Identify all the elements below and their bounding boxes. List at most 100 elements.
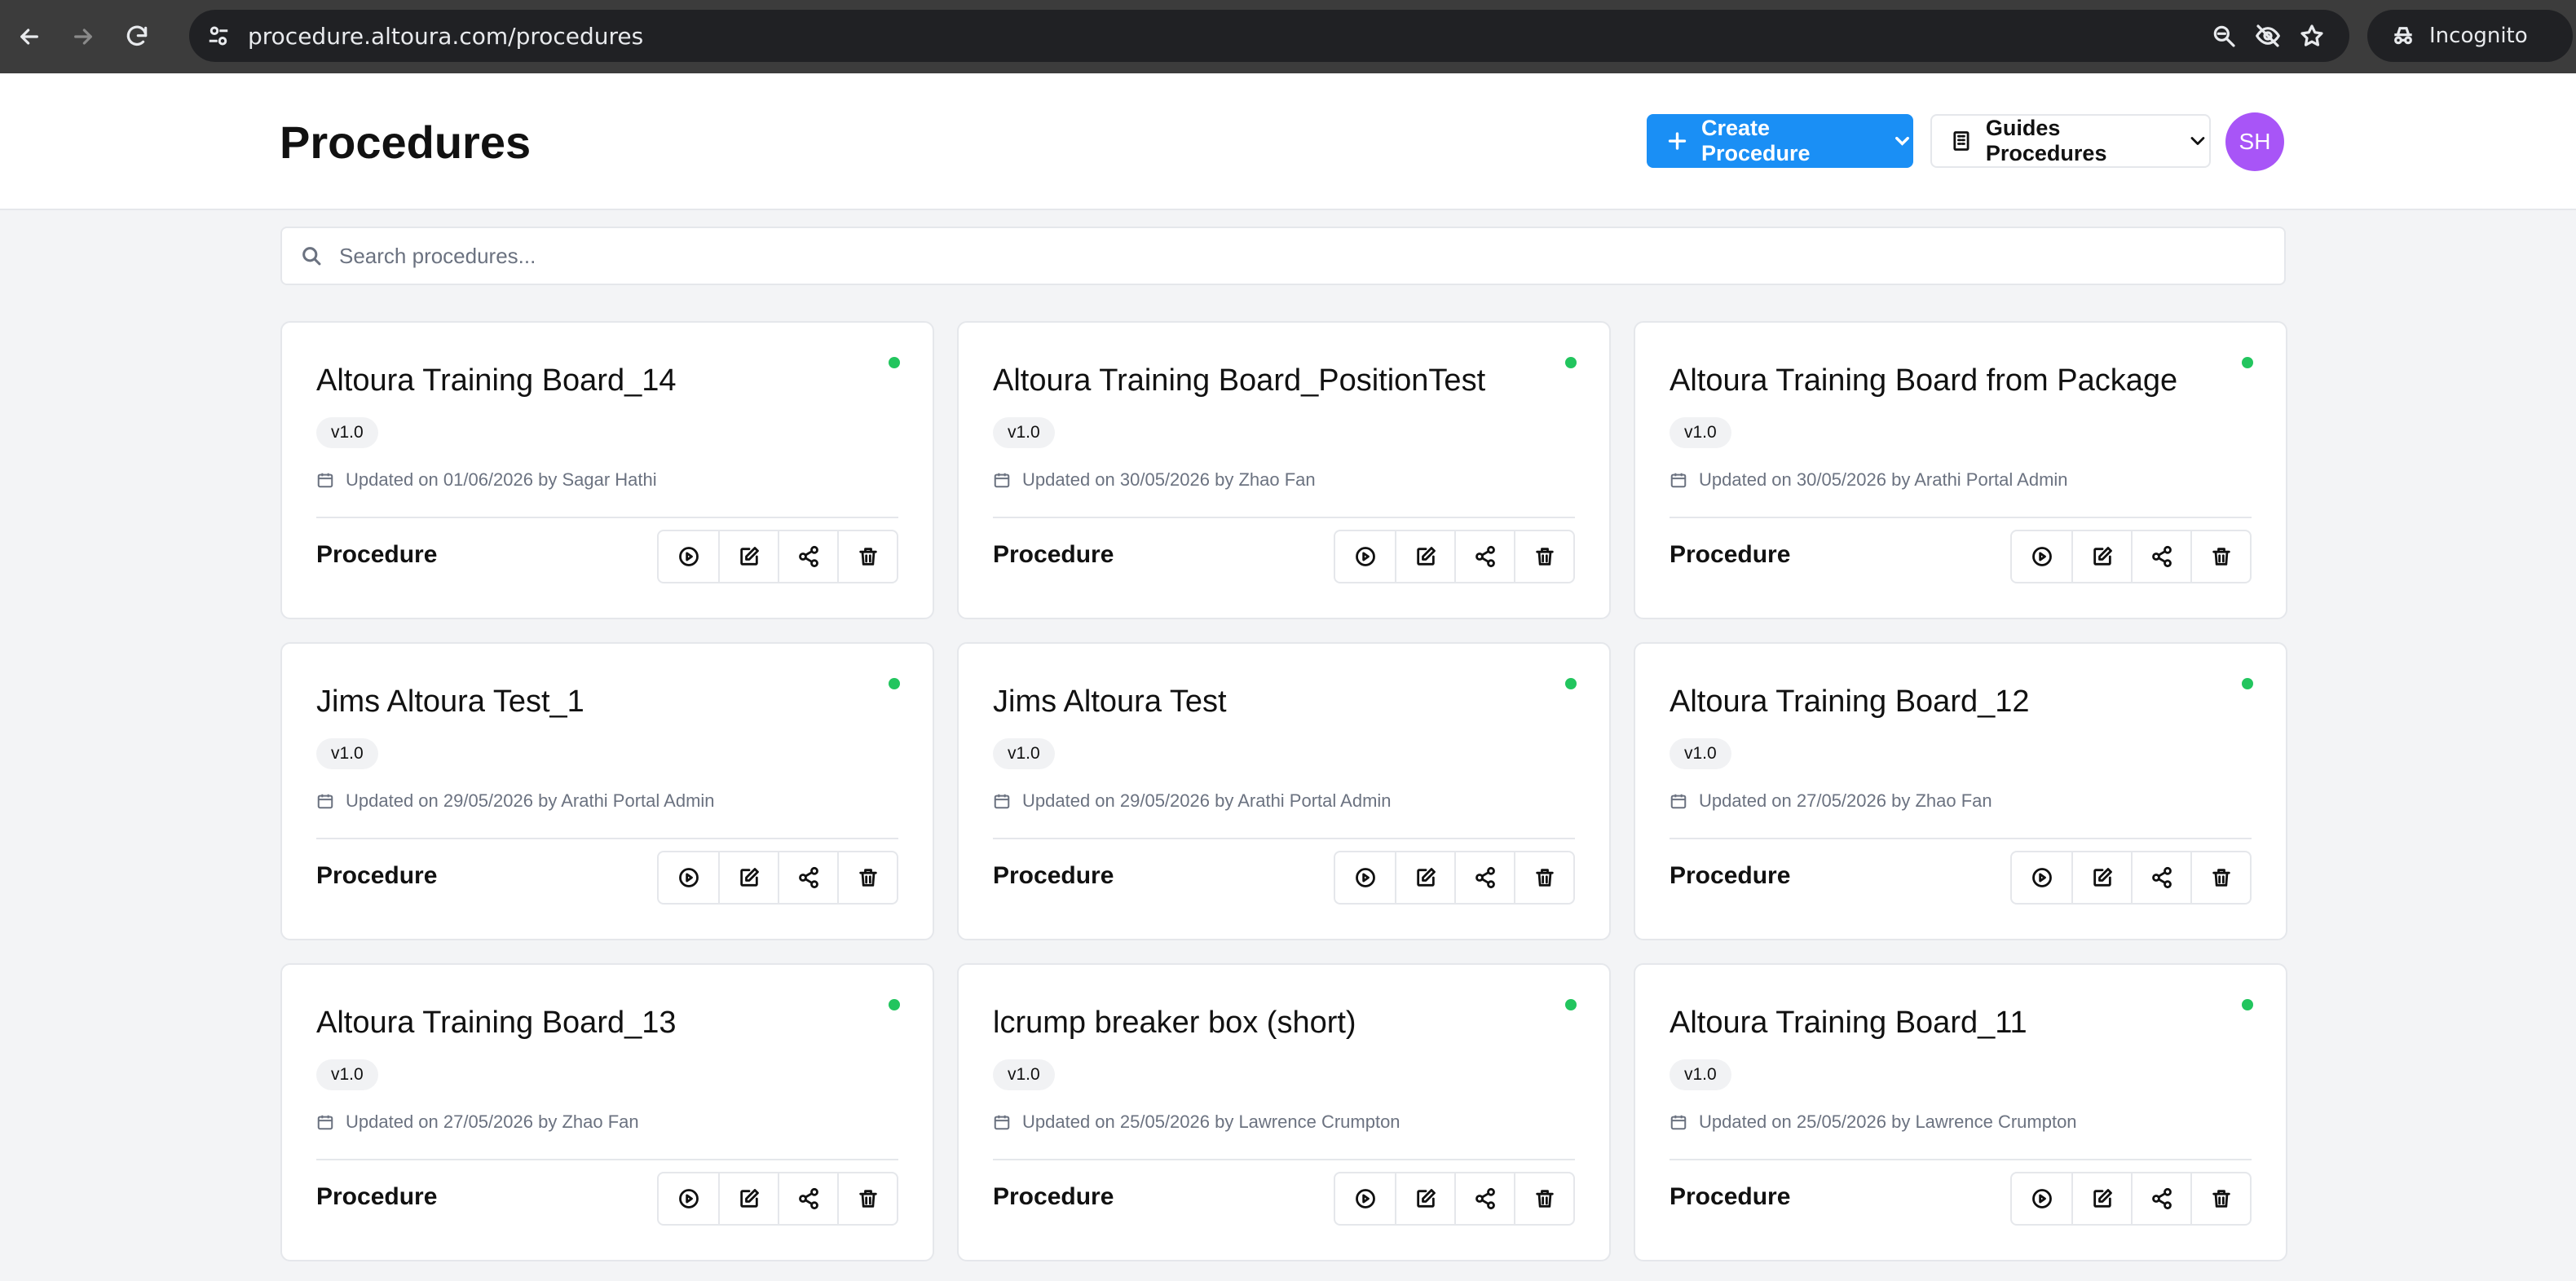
edit-button[interactable] [2071, 531, 2131, 582]
zoom-icon[interactable] [2211, 23, 2237, 49]
card-actions [2010, 1172, 2252, 1226]
play-icon [2031, 1189, 2052, 1208]
play-icon [2031, 547, 2052, 566]
divider [316, 838, 898, 839]
delete-button[interactable] [837, 1173, 897, 1224]
edit-button[interactable] [2071, 1173, 2131, 1224]
procedure-card[interactable]: Altoura Training Board_12 v1.0 Updated o… [1634, 642, 2287, 940]
procedure-title[interactable]: Altoura Training Board_11 [1670, 1006, 2027, 1041]
procedure-title[interactable]: Altoura Training Board from Package [1670, 363, 2177, 398]
updated-text: Updated on 25/05/2026 by Lawrence Crumpt… [1022, 1112, 1400, 1132]
create-procedure-label: Create Procedure [1701, 116, 1811, 165]
status-indicator [1565, 678, 1577, 689]
calendar-icon [317, 1115, 333, 1130]
address-bar[interactable]: procedure.altoura.com/procedures [189, 10, 2349, 62]
trash-icon [2212, 1190, 2230, 1208]
play-button[interactable] [2012, 531, 2071, 582]
play-icon [1355, 547, 1375, 566]
guides-procedures-dropdown[interactable]: Guides Procedures [1930, 114, 2211, 168]
edit-icon [2093, 547, 2112, 566]
edit-button[interactable] [1395, 1173, 1454, 1224]
incognito-indicator[interactable]: Incognito [2367, 10, 2573, 62]
calendar-icon [1670, 473, 1687, 488]
edit-button[interactable] [718, 1173, 778, 1224]
edit-icon [1416, 1189, 1436, 1208]
delete-button[interactable] [1514, 852, 1573, 903]
delete-button[interactable] [1514, 1173, 1573, 1224]
delete-button[interactable] [837, 852, 897, 903]
forward-button[interactable] [59, 12, 108, 61]
share-button[interactable] [778, 531, 837, 582]
delete-button[interactable] [2190, 1173, 2250, 1224]
procedure-title[interactable]: lcrump breaker box (short) [993, 1006, 1356, 1041]
procedure-card[interactable]: Altoura Training Board_11 v1.0 Updated o… [1634, 963, 2287, 1261]
procedure-type-label: Procedure [1670, 541, 1791, 568]
play-button[interactable] [1335, 531, 1395, 582]
arrow-left-icon [20, 29, 38, 45]
create-procedure-button[interactable]: Create Procedure [1647, 114, 1913, 168]
procedure-card[interactable]: Jims Altoura Test v1.0 Updated on 29/05/… [957, 642, 1611, 940]
card-actions [1334, 851, 1575, 905]
procedure-title[interactable]: Altoura Training Board_14 [316, 363, 677, 398]
share-button[interactable] [778, 852, 837, 903]
updated-info: Updated on 27/05/2026 by Zhao Fan [1670, 790, 1992, 812]
delete-button[interactable] [837, 531, 897, 582]
procedure-card[interactable]: Jims Altoura Test_1 v1.0 Updated on 29/0… [280, 642, 934, 940]
edit-button[interactable] [1395, 852, 1454, 903]
share-button[interactable] [1454, 531, 1514, 582]
share-button[interactable] [1454, 852, 1514, 903]
procedure-card[interactable]: lcrump breaker box (short) v1.0 Updated … [957, 963, 1611, 1261]
edit-button[interactable] [718, 852, 778, 903]
play-button[interactable] [659, 1173, 718, 1224]
divider [1670, 838, 2252, 839]
card-actions [2010, 530, 2252, 583]
procedure-card[interactable]: Altoura Training Board_14 v1.0 Updated o… [280, 321, 934, 619]
delete-button[interactable] [2190, 531, 2250, 582]
play-button[interactable] [659, 531, 718, 582]
play-button[interactable] [1335, 1173, 1395, 1224]
procedure-title[interactable]: Altoura Training Board_12 [1670, 685, 2030, 720]
calendar-icon [1670, 794, 1687, 809]
divider [993, 1159, 1575, 1160]
updated-info: Updated on 01/06/2026 by Sagar Hathi [316, 469, 657, 491]
share-button[interactable] [2131, 852, 2190, 903]
star-icon[interactable] [2299, 23, 2325, 49]
delete-button[interactable] [1514, 531, 1573, 582]
delete-button[interactable] [2190, 852, 2250, 903]
incognito-label: Incognito [2429, 24, 2528, 48]
play-button[interactable] [659, 852, 718, 903]
play-button[interactable] [1335, 852, 1395, 903]
procedure-title[interactable]: Jims Altoura Test_1 [316, 685, 584, 720]
eye-off-icon[interactable] [2255, 23, 2281, 49]
share-icon [1475, 866, 1495, 889]
procedure-title[interactable]: Altoura Training Board_13 [316, 1006, 677, 1041]
search-bar[interactable] [280, 227, 2286, 285]
procedure-card[interactable]: Altoura Training Board from Package v1.0… [1634, 321, 2287, 619]
edit-button[interactable] [718, 531, 778, 582]
url-text[interactable]: procedure.altoura.com/procedures [248, 23, 643, 50]
procedure-card[interactable]: Altoura Training Board_PositionTest v1.0… [957, 321, 1611, 619]
edit-button[interactable] [2071, 852, 2131, 903]
procedures-grid: Altoura Training Board_14 v1.0 Updated o… [280, 321, 2287, 1261]
back-button[interactable] [5, 12, 54, 61]
share-button[interactable] [2131, 1173, 2190, 1224]
search-input[interactable] [339, 243, 2214, 269]
procedure-type-label: Procedure [993, 862, 1114, 889]
trash-icon [2212, 548, 2230, 566]
play-button[interactable] [2012, 852, 2071, 903]
reload-button[interactable] [112, 12, 161, 61]
edit-button[interactable] [1395, 531, 1454, 582]
procedure-card[interactable]: Altoura Training Board_13 v1.0 Updated o… [280, 963, 934, 1261]
updated-info: Updated on 29/05/2026 by Arathi Portal A… [316, 790, 715, 812]
share-button[interactable] [778, 1173, 837, 1224]
share-button[interactable] [2131, 531, 2190, 582]
share-icon [2151, 866, 2172, 889]
procedure-title[interactable]: Altoura Training Board_PositionTest [993, 363, 1485, 398]
trash-icon [1535, 548, 1554, 566]
procedure-title[interactable]: Jims Altoura Test [993, 685, 1227, 720]
calendar-icon [994, 794, 1010, 809]
play-button[interactable] [2012, 1173, 2071, 1224]
share-button[interactable] [1454, 1173, 1514, 1224]
site-info-button[interactable] [192, 10, 245, 62]
avatar[interactable]: SH [2225, 112, 2284, 171]
